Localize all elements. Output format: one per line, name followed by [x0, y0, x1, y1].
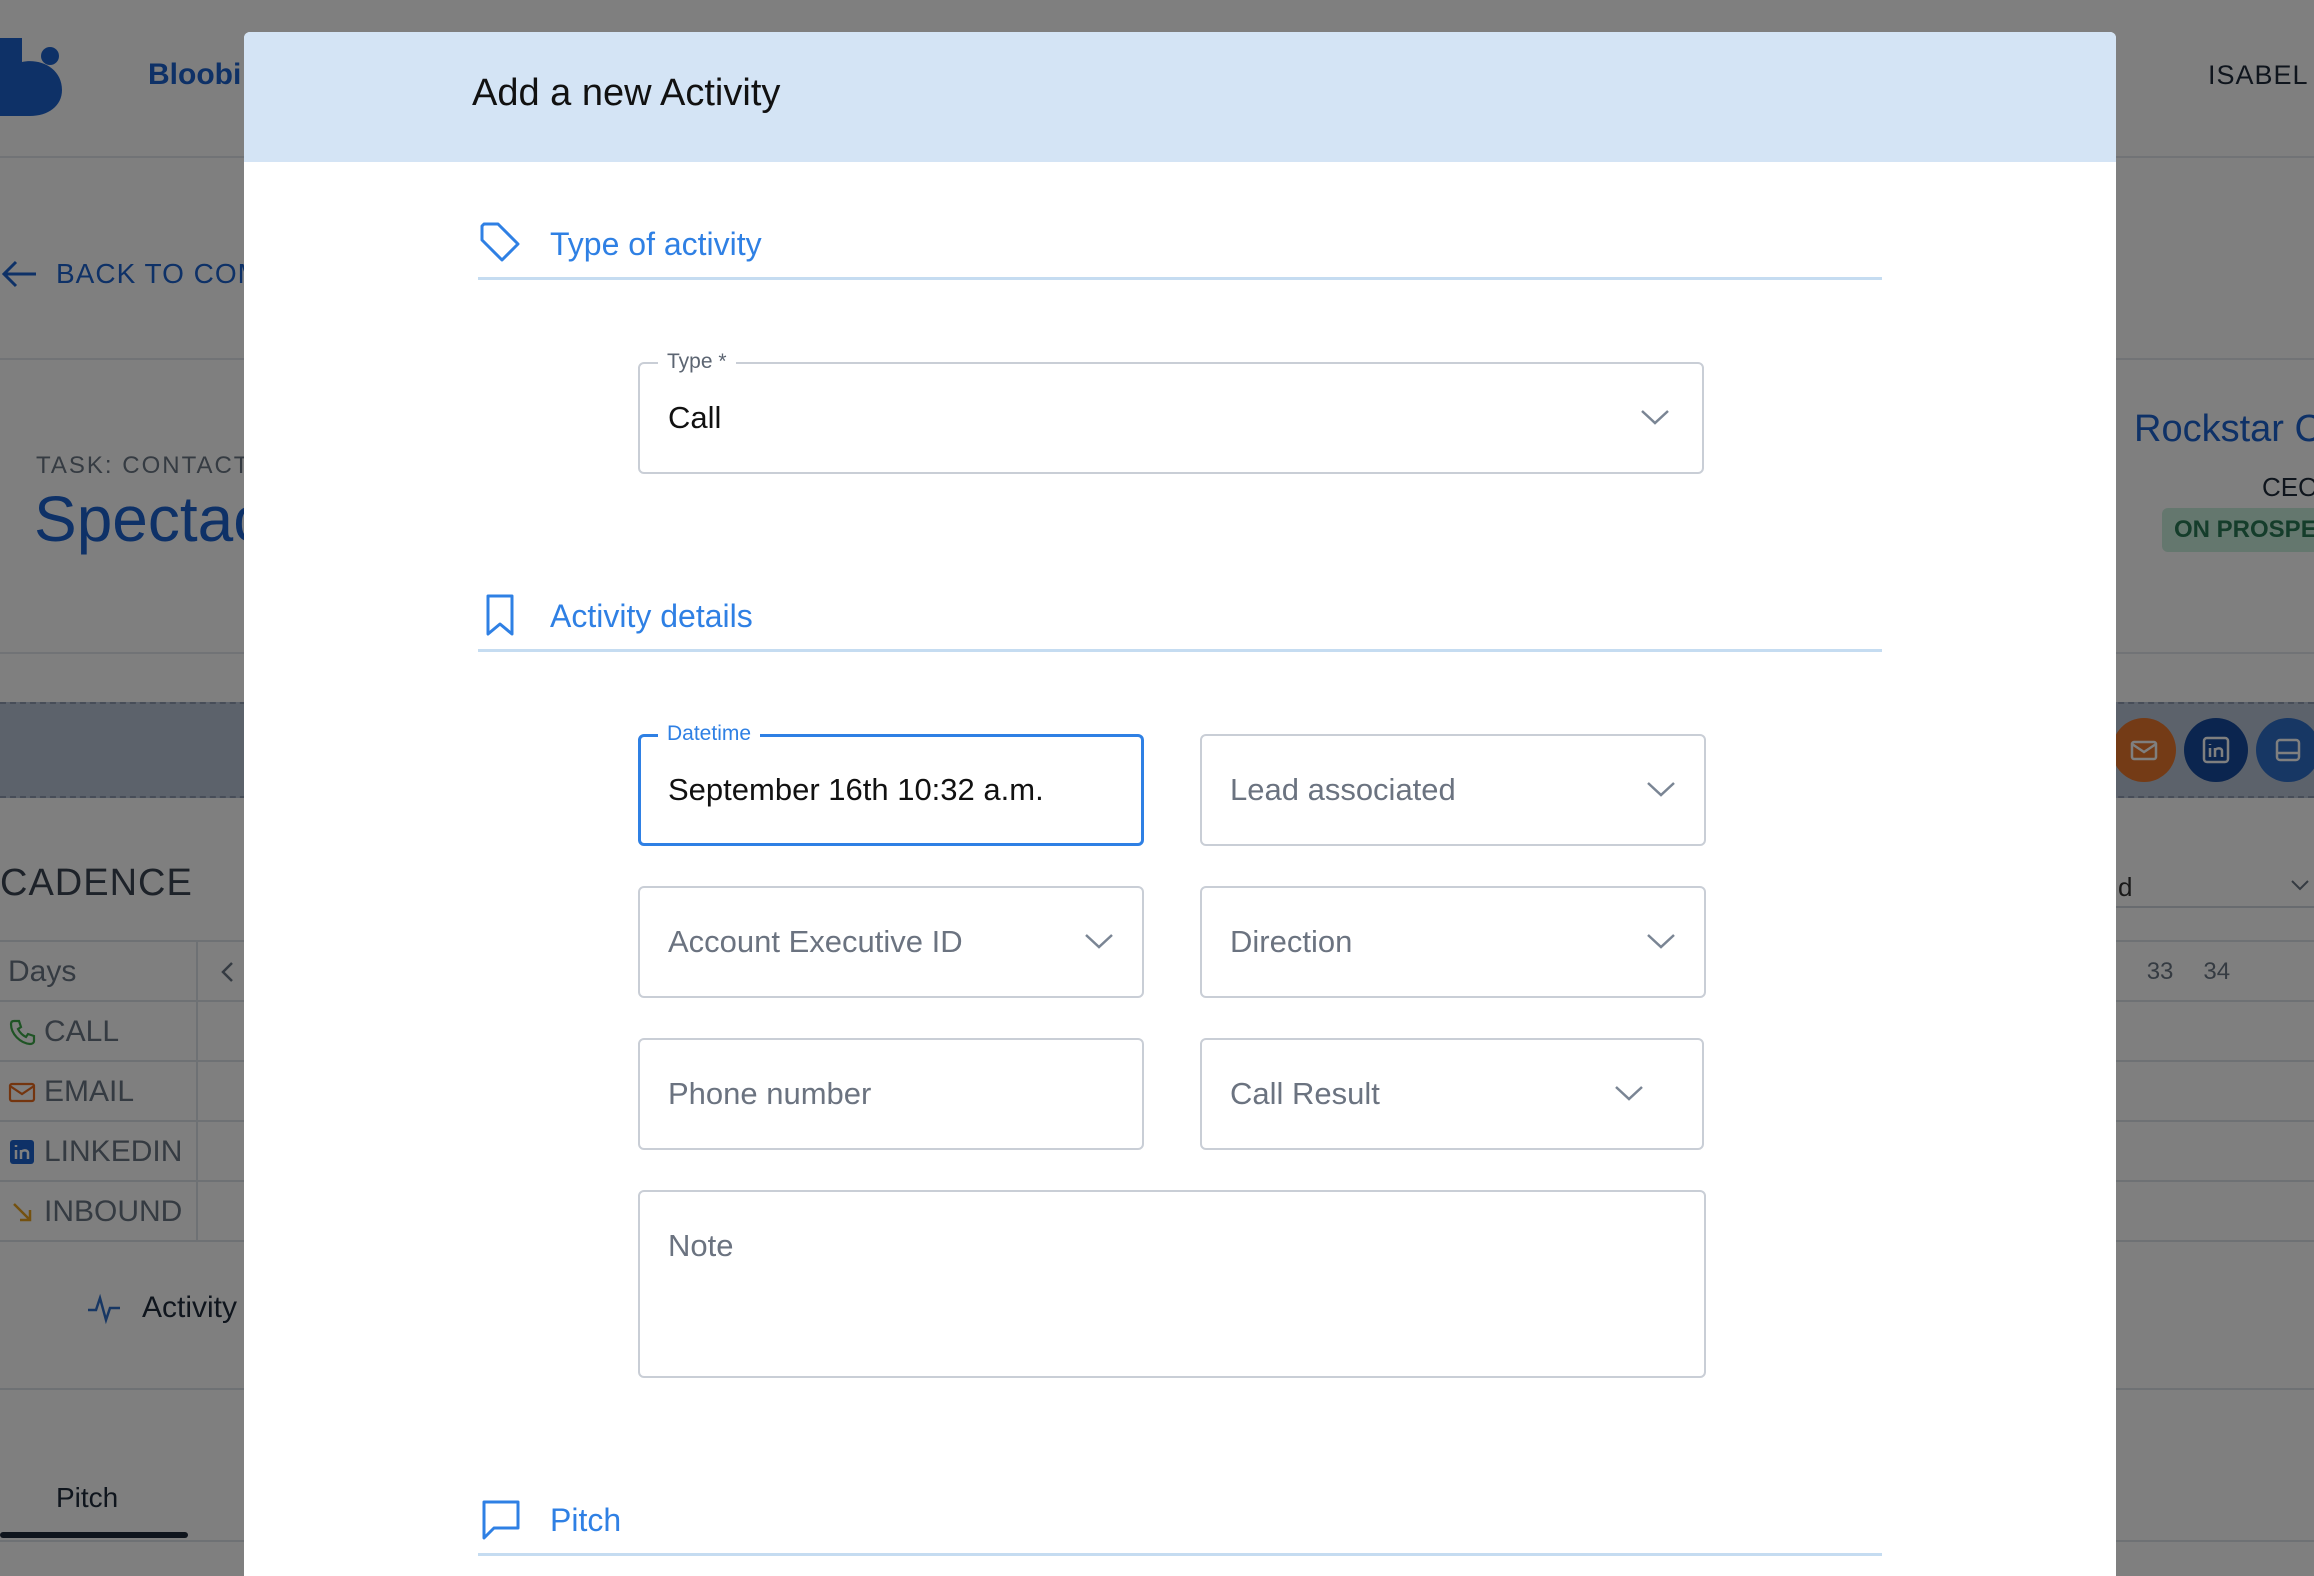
- modal-title: Add a new Activity: [472, 72, 781, 114]
- datetime-field-value: September 16th 10:32 a.m.: [668, 772, 1044, 807]
- add-activity-modal: Add a new Activity Type of activity Type…: [244, 32, 2116, 1576]
- section-type-of-activity: Type of activity: [478, 220, 1882, 280]
- account-executive-placeholder: Account Executive ID: [668, 924, 963, 959]
- call-result-placeholder: Call Result: [1230, 1076, 1380, 1111]
- call-result-select[interactable]: Call Result: [1200, 1038, 1704, 1150]
- lead-associated-placeholder: Lead associated: [1230, 772, 1456, 807]
- direction-select[interactable]: Direction: [1200, 886, 1706, 998]
- note-textarea[interactable]: Note: [638, 1190, 1706, 1378]
- chevron-down-icon: [1647, 782, 1675, 797]
- chevron-down-icon: [1647, 934, 1675, 949]
- datetime-field[interactable]: Datetime September 16th 10:32 a.m.: [638, 722, 1144, 846]
- section-activity-details: Activity details: [478, 592, 1882, 652]
- tag-icon: [480, 222, 520, 262]
- section-label: Type of activity: [550, 226, 762, 262]
- chevron-down-icon: [1085, 934, 1113, 949]
- direction-placeholder: Direction: [1230, 924, 1353, 959]
- section-pitch: Pitch: [478, 1496, 1882, 1556]
- phone-number-input[interactable]: Phone number: [638, 1038, 1144, 1150]
- note-placeholder: Note: [668, 1228, 734, 1263]
- chat-bubble-icon: [482, 1500, 520, 1540]
- section-label: Activity details: [550, 598, 753, 634]
- account-executive-select[interactable]: Account Executive ID: [638, 886, 1144, 998]
- lead-associated-select[interactable]: Lead associated: [1200, 734, 1706, 846]
- bookmark-icon: [486, 594, 514, 636]
- type-select[interactable]: Type * Call: [638, 350, 1704, 474]
- type-select-label: Type *: [658, 350, 736, 374]
- section-label: Pitch: [550, 1502, 622, 1538]
- phone-number-placeholder: Phone number: [668, 1076, 872, 1111]
- modal-header: Add a new Activity: [244, 32, 2116, 162]
- datetime-field-label: Datetime: [658, 722, 761, 746]
- chevron-down-icon: [1641, 410, 1669, 425]
- chevron-down-icon: [1615, 1086, 1643, 1101]
- type-select-value: Call: [668, 400, 722, 435]
